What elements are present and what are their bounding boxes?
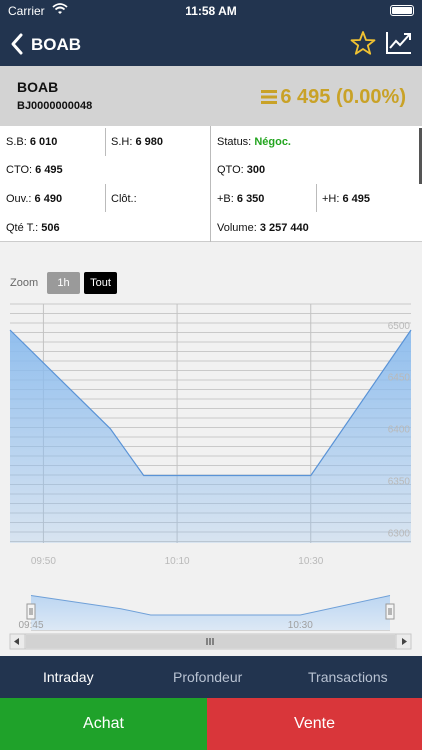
navigator-tick-label: 10:30 — [288, 620, 313, 631]
back-icon[interactable] — [8, 32, 28, 56]
plusb-label: +B: — [217, 193, 234, 205]
sh-value: 6 980 — [135, 136, 163, 148]
status-field: Status: Négoc. — [217, 136, 291, 148]
status-value: Négoc. — [254, 136, 291, 148]
divider — [210, 126, 211, 242]
stock-symbol: BOAB — [17, 79, 59, 95]
x-tick-label: 10:30 — [298, 556, 323, 567]
buy-button[interactable]: Achat — [0, 698, 207, 750]
volume-value: 3 257 440 — [259, 222, 309, 234]
tab-depth[interactable]: Profondeur — [173, 669, 242, 685]
sb-label: S.B: — [6, 136, 27, 148]
ouv-label: Ouv.: — [6, 193, 32, 205]
qte-label: Qté T.: — [6, 222, 39, 234]
clock: 11:58 AM — [185, 4, 237, 18]
navigator-left-handle[interactable] — [26, 603, 36, 620]
plush-field: +H: 6 495 — [322, 193, 370, 205]
tab-intraday[interactable]: Intraday — [43, 669, 94, 685]
x-tick-label: 10:10 — [165, 556, 190, 567]
navigator-right-handle[interactable] — [385, 603, 395, 620]
zoom-1h-button[interactable]: 1h — [47, 272, 80, 294]
intraday-chart-panel: 6500 6450 6400 6350 6300 09:50 10:10 10:30 09:45… — [0, 242, 422, 656]
status-bar: Carrier 11:58 AM — [0, 0, 422, 22]
y-tick-label: 6500 — [388, 321, 411, 332]
volume-label: Volume: — [217, 222, 257, 234]
plush-value: 6 495 — [342, 193, 371, 205]
y-tick-label: 6400 — [388, 425, 411, 436]
last-price-value: 6 495 (0.00%) — [280, 86, 406, 108]
ouv-value: 6 490 — [34, 193, 63, 205]
isin-code: BJ0000000048 — [17, 100, 93, 112]
qte-value: 506 — [41, 222, 60, 234]
volume-field: Volume: 3 257 440 — [217, 222, 309, 234]
last-price: 6 495 (0.00%) — [261, 86, 406, 109]
cto-value: 6 495 — [35, 164, 63, 176]
navigator-area — [31, 595, 390, 630]
sb-value: 6 010 — [29, 136, 58, 148]
sh-label: S.H: — [111, 136, 133, 148]
intraday-chart[interactable]: 6500 6450 6400 6350 6300 09:50 10:10 10:30 09:45… — [0, 242, 422, 656]
unchanged-icon — [261, 90, 278, 104]
y-tick-label: 6450 — [388, 373, 411, 384]
quote-header: BOAB BJ0000000048 6 495 (0.00%) — [0, 66, 422, 126]
ouv-field: Ouv.: 6 490 — [6, 193, 62, 205]
plusb-value: 6 350 — [236, 193, 265, 205]
cto-label: CTO: — [6, 164, 33, 176]
zoom-all-button[interactable]: Tout — [84, 272, 117, 294]
clot-label: Clôt.: — [111, 193, 137, 205]
qte-field: Qté T.: 506 — [6, 222, 60, 234]
plush-label: +H: — [322, 193, 340, 205]
qto-value: 300 — [246, 164, 266, 176]
sh-field: S.H: 6 980 — [111, 136, 163, 148]
y-tick-label: 6300 — [388, 529, 411, 540]
divider — [105, 128, 106, 156]
battery-icon — [390, 5, 414, 16]
market-info-panel: S.B: 6 010 S.H: 6 980 Status: Négoc. CTO… — [0, 126, 422, 242]
qto-field: QTO: 300 — [217, 164, 265, 176]
zoom-label: Zoom — [10, 277, 39, 289]
nav-bar: BOAB — [0, 22, 422, 66]
plusb-field: +B: 6 350 — [217, 193, 264, 205]
nav-title: BOAB — [31, 35, 82, 54]
divider — [316, 184, 317, 212]
trade-actions: Achat Vente — [0, 698, 422, 750]
y-tick-label: 6350 — [388, 477, 411, 488]
tab-transactions[interactable]: Transactions — [308, 669, 388, 685]
divider — [105, 184, 106, 212]
favorite-star-icon[interactable] — [350, 30, 376, 61]
x-tick-label: 09:50 — [31, 556, 56, 567]
status-label: Status: — [217, 136, 252, 148]
clot-field: Clôt.: — [111, 193, 137, 205]
tab-bar: Intraday Profondeur Transactions — [0, 656, 422, 698]
chart-trend-icon[interactable] — [385, 30, 413, 61]
sb-field: S.B: 6 010 — [6, 136, 57, 148]
cto-field: CTO: 6 495 — [6, 164, 63, 176]
navigator-tick-label: 09:45 — [18, 620, 43, 631]
sell-button[interactable]: Vente — [207, 698, 422, 750]
qto-label: QTO: — [217, 164, 244, 176]
